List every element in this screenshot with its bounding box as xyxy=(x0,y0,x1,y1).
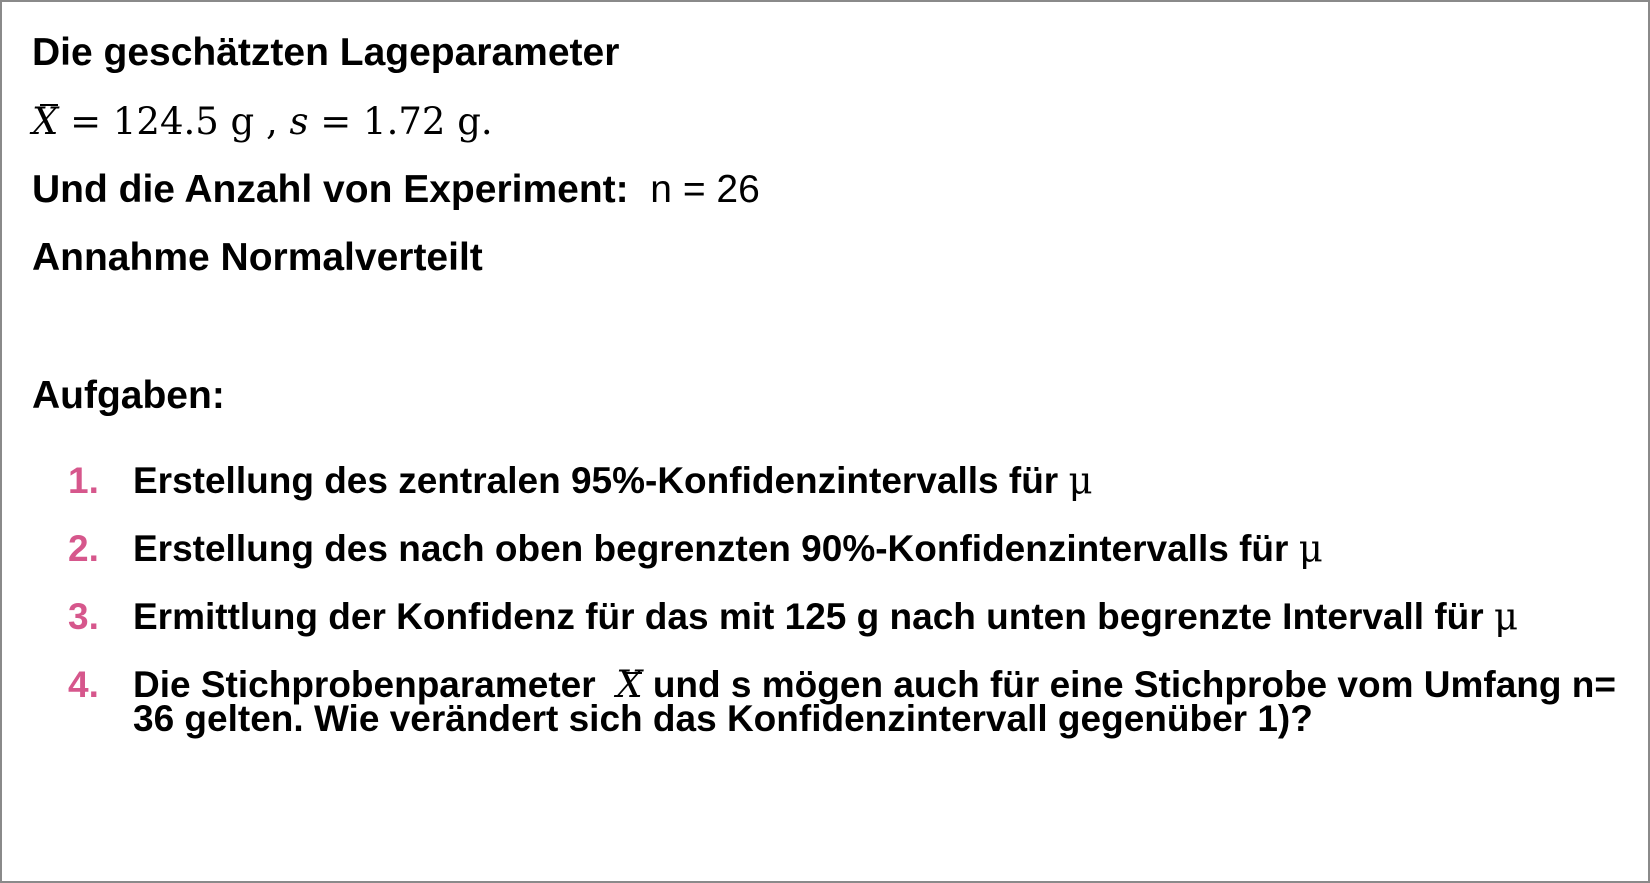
xbar-symbol: X xyxy=(616,663,643,706)
formula-part-sd: = 1.72 g. xyxy=(308,100,493,143)
tasks-title-text: Aufgaben: xyxy=(32,374,225,417)
count-label: Und die Anzahl von Experiment: xyxy=(32,168,629,211)
s-symbol: s xyxy=(289,100,309,143)
task-number: 1. xyxy=(68,460,99,501)
assumption: Annahme Normalverteilt xyxy=(32,236,483,280)
list-item: 3. Ermittlung der Konfidenz für das mit … xyxy=(68,596,1638,637)
mu-symbol: μ xyxy=(1493,595,1518,638)
task-number: 4. xyxy=(68,664,99,705)
list-item: 4. Die Stichprobenparameter X und s möge… xyxy=(68,663,1638,737)
slide: Die geschätzten Lageparameter X = 124.5 … xyxy=(0,0,1650,883)
task-text: Die Stichprobenparameter X und s mögen a… xyxy=(133,663,1638,737)
assumption-text: Annahme Normalverteilt xyxy=(32,236,483,279)
task-text: Erstellung des zentralen 95%-Konfidenzin… xyxy=(133,462,1638,499)
count-line: Und die Anzahl von Experiment: n = 26 xyxy=(32,168,760,212)
heading: Die geschätzten Lageparameter xyxy=(32,31,619,75)
task-number: 2. xyxy=(68,528,99,569)
xbar-symbol: X xyxy=(32,100,59,143)
mu-symbol: μ xyxy=(1298,527,1323,570)
formula-part-mean: = 124.5 g , xyxy=(58,100,290,143)
mu-symbol: μ xyxy=(1068,459,1093,502)
task-list: 1. Erstellung des zentralen 95%-Konfiden… xyxy=(68,460,1638,770)
task-text-body: Erstellung des zentralen 95%-Konfidenzin… xyxy=(133,460,1059,501)
task-text: Erstellung des nach oben begrenzten 90%-… xyxy=(133,530,1638,567)
task-text-body: Erstellung des nach oben begrenzten 90%-… xyxy=(133,528,1289,569)
formula: X = 124.5 g , s = 1.72 g. xyxy=(32,100,493,144)
heading-text: Die geschätzten Lageparameter xyxy=(32,31,620,74)
list-item: 1. Erstellung des zentralen 95%-Konfiden… xyxy=(68,460,1638,501)
task-text: Ermittlung der Konfidenz für das mit 125… xyxy=(133,598,1638,635)
list-item: 2. Erstellung des nach oben begrenzten 9… xyxy=(68,528,1638,569)
count-value: n = 26 xyxy=(650,168,760,211)
task-text-body: Ermittlung der Konfidenz für das mit 125… xyxy=(133,596,1484,637)
task-number: 3. xyxy=(68,596,99,637)
tasks-title: Aufgaben: xyxy=(32,374,225,418)
